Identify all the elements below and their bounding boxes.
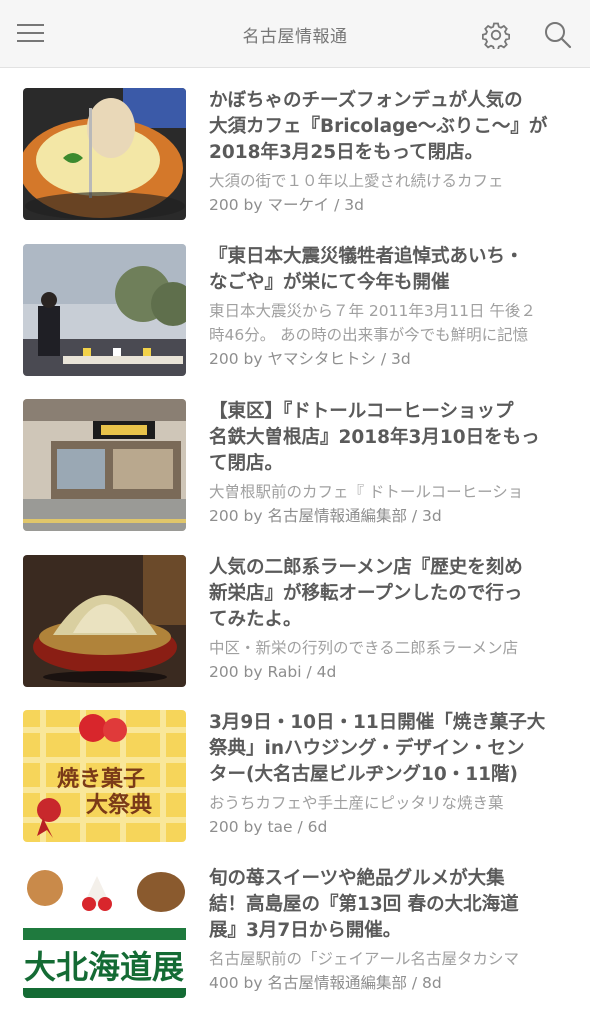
article-meta: 200 by 名古屋情報通編集部 / 3d	[209, 507, 442, 525]
article-feed: かぼちゃのチーズフォンデュが人気の 大須カフェ『Bricolage～ぶりこ～』が…	[0, 68, 590, 1001]
article-meta: 400 by 名古屋情報通編集部 / 8d	[209, 973, 442, 992]
article-thumbnail[interactable]: 焼き菓子 大祭典	[23, 710, 186, 842]
article-title[interactable]: 人気の二郎系ラーメン店『歴史を刻め 新栄店』が移転オープンしたので行っ てみたよ…	[209, 555, 581, 633]
article-description: 中区・新栄の行列のできる二郎系ラーメン店	[209, 638, 519, 657]
article-description: 東日本大震災から７年 2011年3月11日 午後２ 時46分。 あの時の出来事が…	[209, 301, 536, 344]
app-header: 名古屋情報通	[0, 0, 590, 68]
gear-icon[interactable]	[481, 21, 511, 51]
poster-title-line2: 大祭典	[86, 792, 152, 818]
article-thumbnail[interactable]	[23, 554, 186, 687]
article-thumbnail[interactable]	[23, 243, 186, 376]
article-meta: 200 by マーケイ / 3d	[209, 196, 364, 214]
article-description: おうちカフェや手土産にピッタリな焼き菓	[209, 794, 504, 812]
article-description: 大曽根駅前のカフェ『 ドトールコーヒーショ	[209, 483, 524, 501]
article-item[interactable]: 『東日本大震災犠牲者追悼式あいち・ なごや』が栄にて今年も開催 東日本大震災から…	[0, 224, 590, 380]
article-title[interactable]: 『東日本大震災犠牲者追悼式あいち・ なごや』が栄にて今年も開催	[209, 244, 581, 296]
search-icon[interactable]	[543, 20, 573, 50]
article-title[interactable]: 3月9日・10日・11日開催「焼き菓子大 祭典」inハウジング・デザイン・セン …	[209, 710, 581, 788]
poster-title-line1: 焼き菓子	[57, 766, 145, 792]
poster-title: 大北海道展	[24, 948, 184, 986]
article-description: 名古屋駅前の「ジェイアール名古屋タカシマ	[209, 949, 520, 968]
article-item[interactable]: 人気の二郎系ラーメン店『歴史を刻め 新栄店』が移転オープンしたので行っ てみたよ…	[0, 535, 590, 691]
article-item[interactable]: 焼き菓子 大祭典 3月9日・10日・11日開催「焼き菓子大 祭典」inハウジング…	[0, 690, 590, 846]
article-thumbnail[interactable]	[23, 88, 186, 220]
article-item[interactable]: かぼちゃのチーズフォンデュが人気の 大須カフェ『Bricolage～ぶりこ～』が…	[0, 68, 590, 224]
article-item[interactable]: 大北海道展 旬の苺スイーツや絶品グルメが大集 結！高島屋の『第13回 春の大北海…	[0, 846, 590, 1002]
article-meta: 200 by tae / 6d	[209, 818, 328, 836]
article-title[interactable]: 【東区】『ドトールコーヒーショップ 名鉄大曽根店』2018年3月10日をもっ て…	[209, 399, 581, 477]
article-item[interactable]: 【東区】『ドトールコーヒーショップ 名鉄大曽根店』2018年3月10日をもっ て…	[0, 379, 590, 535]
article-title[interactable]: かぼちゃのチーズフォンデュが人気の 大須カフェ『Bricolage～ぶりこ～』が…	[209, 88, 581, 166]
article-meta: 200 by ヤマシタヒトシ / 3d	[209, 349, 411, 368]
article-thumbnail[interactable]: 大北海道展	[23, 865, 186, 998]
article-thumbnail[interactable]	[23, 399, 186, 531]
article-meta: 200 by Rabi / 4d	[209, 662, 337, 681]
article-description: 大須の街で１０年以上愛され続けるカフェ	[209, 172, 504, 190]
article-title[interactable]: 旬の苺スイーツや絶品グルメが大集 結！高島屋の『第13回 春の大北海道 展』3月…	[209, 866, 581, 944]
